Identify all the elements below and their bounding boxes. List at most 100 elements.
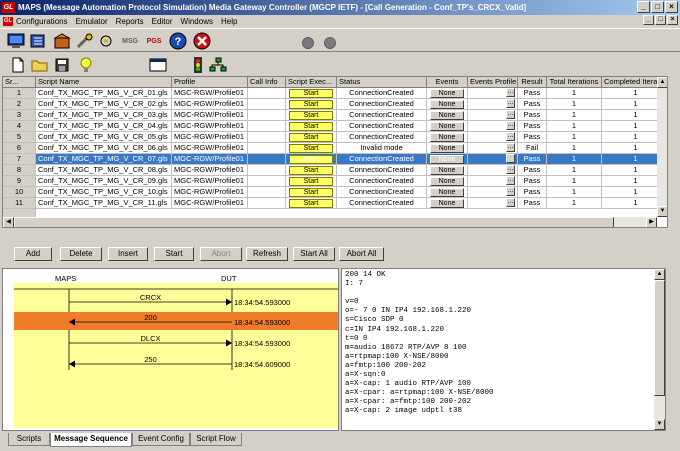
- row-profile[interactable]: MGC-RGW/Profile01: [172, 132, 248, 143]
- row-start-button[interactable]: Start: [289, 155, 333, 164]
- col-header-total-iterations[interactable]: Total Iterations: [547, 77, 602, 88]
- abort-all-button[interactable]: Abort All: [339, 247, 384, 261]
- row-script-name[interactable]: Conf_TX_MGC_TP_MG_V_CR_03.gls: [36, 110, 172, 121]
- col-header-status[interactable]: Status: [337, 77, 427, 88]
- mdi-close-button[interactable]: ×: [667, 15, 678, 25]
- scroll-up-icon[interactable]: ▲: [657, 77, 667, 88]
- insert-button[interactable]: Insert: [108, 247, 148, 261]
- row-profile[interactable]: MGC-RGW/Profile01: [172, 99, 248, 110]
- row-events-button[interactable]: None: [430, 100, 464, 109]
- package-icon[interactable]: [52, 31, 72, 51]
- row-events-button[interactable]: None: [430, 199, 464, 208]
- row-events-button[interactable]: None: [430, 133, 464, 142]
- col-header-call-info[interactable]: Call Info: [248, 77, 286, 88]
- close-button[interactable]: ×: [665, 1, 678, 13]
- tab-script-flow[interactable]: Script Flow: [190, 433, 242, 446]
- table-row[interactable]: 7 Conf_TX_MGC_TP_MG_V_CR_07.gls MGC-RGW/Pr…: [3, 154, 667, 165]
- row-events-profile-button[interactable]: ...: [506, 121, 515, 130]
- table-row[interactable]: 3 Conf_TX_MGC_TP_MG_V_CR_03.gls MGC-RGW/Pr…: [3, 110, 667, 121]
- row-start-button[interactable]: Start: [289, 122, 333, 131]
- scroll-right-icon[interactable]: ▶: [646, 217, 657, 227]
- row-events-profile-button[interactable]: ...: [506, 132, 515, 141]
- col-header-events-profile[interactable]: Events Profile: [468, 77, 518, 88]
- new-file-icon[interactable]: [8, 55, 28, 75]
- menu-reports[interactable]: Reports: [116, 17, 144, 26]
- row-events-button[interactable]: None: [430, 89, 464, 98]
- row-script-name[interactable]: Conf_TX_MGC_TP_MG_V_CR_04.gls: [36, 121, 172, 132]
- row-start-button[interactable]: Start: [289, 100, 333, 109]
- col-header-sr[interactable]: Sr...: [3, 77, 36, 88]
- row-call-info[interactable]: [248, 198, 286, 209]
- row-start-button[interactable]: Start: [289, 166, 333, 175]
- menu-emulator[interactable]: Emulator: [76, 17, 108, 26]
- row-events-profile-button[interactable]: ...: [506, 143, 515, 152]
- table-row[interactable]: 1 Conf_TX_MGC_TP_MG_V_CR_01.gls MGC-RGW/Pr…: [3, 88, 667, 99]
- mdi-minimize-button[interactable]: _: [643, 15, 654, 25]
- row-events-profile-button[interactable]: ...: [506, 187, 515, 196]
- col-header-result[interactable]: Result: [518, 77, 547, 88]
- row-call-info[interactable]: [248, 176, 286, 187]
- row-start-button[interactable]: Start: [289, 89, 333, 98]
- menu-help[interactable]: Help: [221, 17, 237, 26]
- col-header-events[interactable]: Events: [427, 77, 468, 88]
- row-events-button[interactable]: None: [430, 144, 464, 153]
- document-icon[interactable]: GL: [3, 16, 13, 26]
- table-row[interactable]: 5 Conf_TX_MGC_TP_MG_V_CR_05.gls MGC-RGW/Pr…: [3, 132, 667, 143]
- window-icon[interactable]: [148, 55, 168, 75]
- grid-vertical-scrollbar[interactable]: ▲ ▼: [657, 77, 667, 217]
- row-start-button[interactable]: Start: [289, 199, 333, 208]
- row-call-info[interactable]: [248, 143, 286, 154]
- row-script-name[interactable]: Conf_TX_MGC_TP_MG_V_CR_05.gls: [36, 132, 172, 143]
- scroll-thumb[interactable]: [14, 217, 614, 227]
- minimize-button[interactable]: _: [637, 1, 650, 13]
- row-events-button[interactable]: None: [430, 122, 464, 131]
- table-row[interactable]: 10 Conf_TX_MGC_TP_MG_V_CR_10.gls MGC-RGW/P…: [3, 187, 667, 198]
- scroll-thumb[interactable]: [654, 280, 665, 396]
- col-header-script-name[interactable]: Script Name: [36, 77, 172, 88]
- row-script-name[interactable]: Conf_TX_MGC_TP_MG_V_CR_08.gls: [36, 165, 172, 176]
- scroll-left-icon[interactable]: ◀: [3, 217, 14, 227]
- row-script-name[interactable]: Conf_TX_MGC_TP_MG_V_CR_02.gls: [36, 99, 172, 110]
- row-call-info[interactable]: [248, 121, 286, 132]
- detail-vertical-scrollbar[interactable]: ▲ ▼: [654, 269, 665, 430]
- menu-windows[interactable]: Windows: [181, 17, 213, 26]
- scroll-down-icon[interactable]: ▼: [657, 206, 667, 217]
- save-icon[interactable]: [52, 55, 72, 75]
- row-profile[interactable]: MGC-RGW/Profile01: [172, 198, 248, 209]
- table-row[interactable]: 2 Conf_TX_MGC_TP_MG_V_CR_02.gls MGC-RGW/Pr…: [3, 99, 667, 110]
- pgs-icon[interactable]: PGS: [144, 31, 164, 51]
- row-script-name[interactable]: Conf_TX_MGC_TP_MG_V_CR_06.gls: [36, 143, 172, 154]
- row-events-profile-button[interactable]: ...: [506, 165, 515, 174]
- row-events-button[interactable]: None: [430, 166, 464, 175]
- col-header-script-exec[interactable]: Script Exec...: [286, 77, 337, 88]
- row-call-info[interactable]: [248, 110, 286, 121]
- tab-message-sequence[interactable]: Message Sequence: [50, 433, 132, 447]
- maximize-button[interactable]: □: [651, 1, 664, 13]
- tools-icon[interactable]: [74, 31, 94, 51]
- lightbulb-icon[interactable]: [76, 55, 96, 75]
- row-call-info[interactable]: [248, 132, 286, 143]
- start-all-button[interactable]: Start All: [293, 247, 335, 261]
- notebook-icon[interactable]: [28, 31, 48, 51]
- start-button[interactable]: Start: [154, 247, 194, 261]
- row-profile[interactable]: MGC-RGW/Profile01: [172, 154, 248, 165]
- row-profile[interactable]: MGC-RGW/Profile01: [172, 176, 248, 187]
- row-profile[interactable]: MGC-RGW/Profile01: [172, 143, 248, 154]
- refresh-button[interactable]: Refresh: [246, 247, 288, 261]
- row-start-button[interactable]: Start: [289, 111, 333, 120]
- row-events-button[interactable]: None: [430, 155, 464, 164]
- delete-button[interactable]: Delete: [60, 247, 102, 261]
- monitor-icon[interactable]: [6, 31, 26, 51]
- row-start-button[interactable]: Start: [289, 144, 333, 153]
- table-row[interactable]: 6 Conf_TX_MGC_TP_MG_V_CR_06.gls MGC-RGW/Pr…: [3, 143, 667, 154]
- traffic-light-icon[interactable]: [188, 55, 208, 75]
- row-start-button[interactable]: Start: [289, 188, 333, 197]
- stop-icon[interactable]: [192, 31, 212, 51]
- table-row[interactable]: 8 Conf_TX_MGC_TP_MG_V_CR_08.gls MGC-RGW/Pr…: [3, 165, 667, 176]
- row-start-button[interactable]: Start: [289, 177, 333, 186]
- row-profile[interactable]: MGC-RGW/Profile01: [172, 165, 248, 176]
- msg-icon[interactable]: MSG: [120, 31, 140, 51]
- open-folder-icon[interactable]: [30, 55, 50, 75]
- row-events-profile-button[interactable]: ...: [506, 176, 515, 185]
- row-script-name[interactable]: Conf_TX_MGC_TP_MG_V_CR_07.gls: [36, 154, 172, 165]
